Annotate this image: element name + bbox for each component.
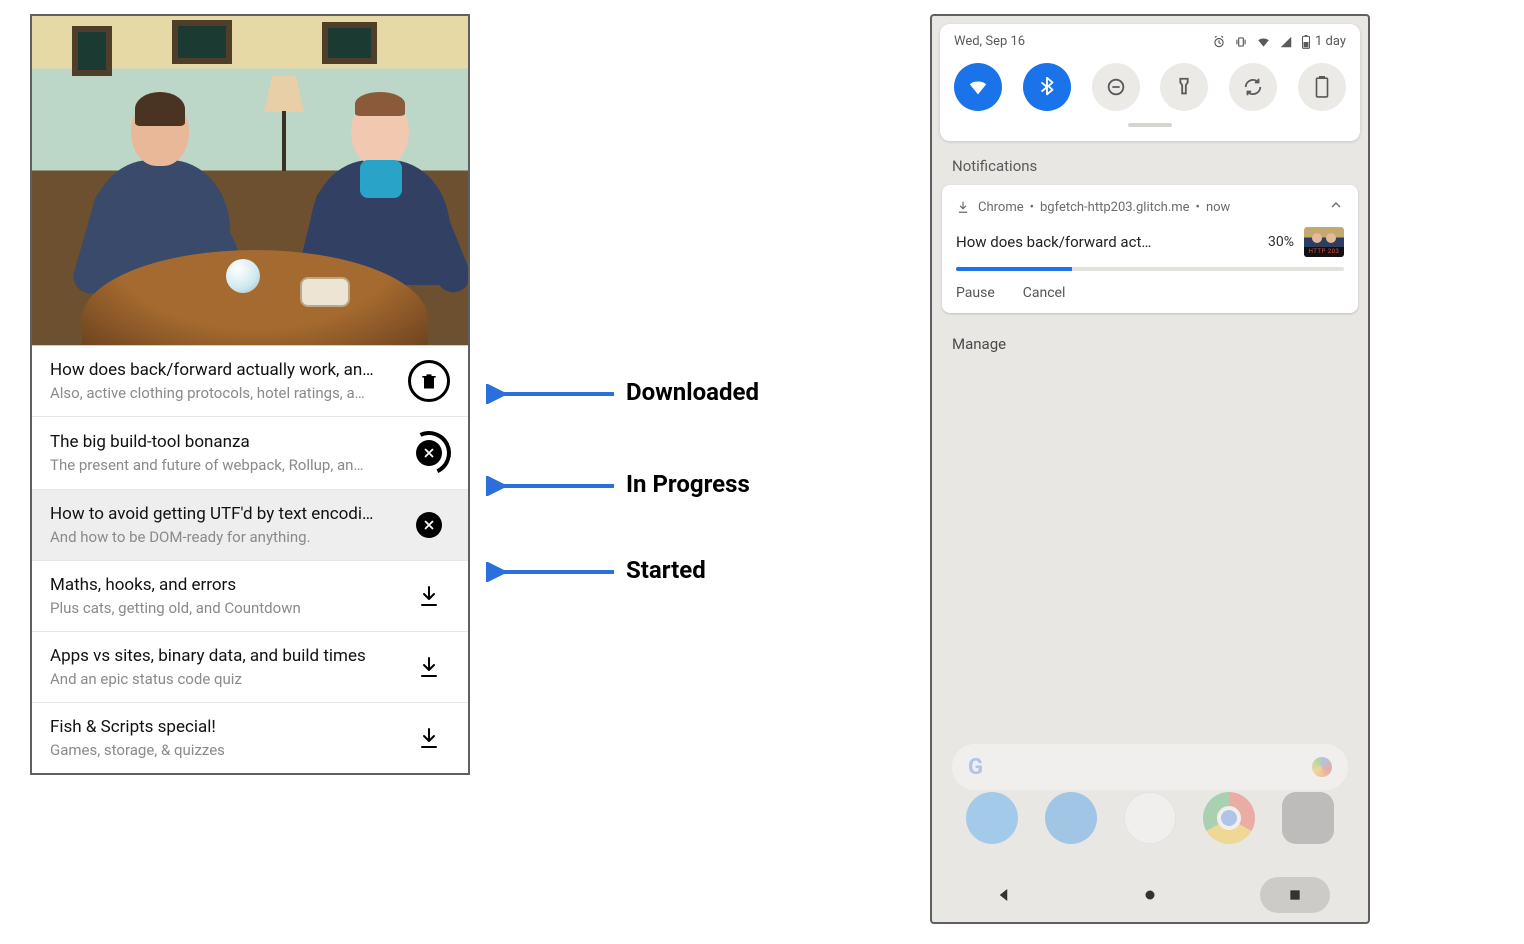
camera-app-icon[interactable] — [1282, 792, 1334, 844]
google-logo: G — [968, 755, 983, 780]
qs-dnd-toggle[interactable] — [1092, 63, 1140, 111]
android-phone: Wed, Sep 16 1 day Notifications Chrome •… — [930, 14, 1370, 924]
qs-battery-saver-toggle[interactable] — [1298, 63, 1346, 111]
notification-time: now — [1206, 200, 1230, 215]
notification-source: bgfetch-http203.glitch.me — [1040, 200, 1190, 215]
download-icon — [417, 726, 441, 750]
manage-notifications-link[interactable]: Manage — [952, 335, 1368, 353]
episode-row[interactable]: How does back/forward actually work, an…… — [32, 346, 468, 417]
episode-subtitle: Also, active clothing protocols, hotel r… — [50, 384, 406, 402]
back-button[interactable] — [970, 877, 1040, 913]
phone-app-icon[interactable] — [966, 792, 1018, 844]
episode-row[interactable]: The big build-tool bonanza The present a… — [32, 417, 468, 490]
vibrate-icon — [1234, 35, 1248, 49]
quick-settings-panel: Wed, Sep 16 1 day — [940, 24, 1360, 141]
episode-title: Apps vs sites, binary data, and build ti… — [50, 646, 406, 666]
signal-icon — [1279, 35, 1293, 49]
download-button[interactable] — [406, 584, 452, 608]
annotation-label: In Progress — [626, 470, 750, 498]
play-store-icon[interactable] — [1124, 792, 1176, 844]
download-icon — [417, 584, 441, 608]
pause-button[interactable]: Pause — [956, 285, 995, 301]
assistant-icon — [1312, 757, 1332, 777]
episode-row[interactable]: Maths, hooks, and errors Plus cats, gett… — [32, 561, 468, 632]
chevron-up-icon[interactable] — [1328, 197, 1344, 217]
delete-download-button[interactable] — [406, 360, 452, 402]
episode-subtitle: And an epic status code quiz — [50, 670, 406, 688]
wifi-icon — [1256, 35, 1271, 49]
panel-drag-handle[interactable] — [1128, 123, 1172, 127]
download-button[interactable] — [406, 655, 452, 679]
episode-title: The big build-tool bonanza — [50, 432, 406, 452]
episode-row[interactable]: How to avoid getting UTF'd by text encod… — [32, 490, 468, 561]
alarm-icon — [1212, 35, 1226, 49]
notification-app: Chrome — [978, 200, 1024, 215]
home-dock — [932, 792, 1368, 844]
episode-row[interactable]: Apps vs sites, binary data, and build ti… — [32, 632, 468, 703]
cancel-download-button[interactable] — [406, 512, 452, 538]
episode-subtitle: Plus cats, getting old, and Countdown — [50, 599, 406, 617]
annotation-label: Started — [626, 556, 706, 584]
qs-wifi-toggle[interactable] — [954, 63, 1002, 111]
trash-icon — [408, 360, 450, 402]
episode-subtitle: And how to be DOM-ready for anything. — [50, 528, 406, 546]
messages-app-icon[interactable] — [1045, 792, 1097, 844]
cancel-icon — [416, 512, 442, 538]
recents-button[interactable] — [1260, 877, 1330, 913]
episode-title: Fish & Scripts special! — [50, 717, 406, 737]
qs-bluetooth-toggle[interactable] — [1023, 63, 1071, 111]
status-battery-text: 1 day — [1315, 34, 1346, 49]
notification-title: How does back/forward act… — [956, 233, 1258, 251]
episode-title: How to avoid getting UTF'd by text encod… — [50, 504, 406, 524]
hero-image — [32, 16, 468, 346]
annotation-label: Downloaded — [626, 378, 759, 406]
episode-subtitle: Games, storage, & quizzes — [50, 741, 406, 759]
episodes-phone: How does back/forward actually work, an…… — [30, 14, 470, 775]
cancel-icon — [416, 440, 442, 466]
episode-title: How does back/forward actually work, an… — [50, 360, 406, 380]
chrome-app-icon[interactable] — [1203, 792, 1255, 844]
episode-title: Maths, hooks, and errors — [50, 575, 406, 595]
download-icon — [956, 200, 970, 214]
status-date: Wed, Sep 16 — [954, 34, 1025, 49]
notification-percent: 30% — [1268, 234, 1294, 250]
status-bar: Wed, Sep 16 1 day — [954, 34, 1346, 49]
download-icon — [417, 655, 441, 679]
download-progress-bar — [956, 267, 1344, 271]
system-nav-bar — [932, 868, 1368, 922]
qs-rotate-toggle[interactable] — [1229, 63, 1277, 111]
notifications-heading: Notifications — [952, 157, 1368, 175]
download-button[interactable] — [406, 726, 452, 750]
qs-flashlight-toggle[interactable] — [1160, 63, 1208, 111]
home-button[interactable] — [1115, 877, 1185, 913]
episode-subtitle: The present and future of webpack, Rollu… — [50, 456, 406, 474]
progress-spinner-icon — [407, 431, 451, 475]
episode-row[interactable]: Fish & Scripts special! Games, storage, … — [32, 703, 468, 773]
notification-thumbnail: HTTP 203 — [1304, 227, 1344, 257]
download-notification[interactable]: Chrome • bgfetch-http203.glitch.me • now… — [942, 185, 1358, 313]
cancel-button[interactable]: Cancel — [1023, 285, 1066, 301]
search-pill[interactable]: G — [952, 744, 1348, 790]
battery-icon — [1301, 35, 1311, 49]
cancel-download-button[interactable] — [406, 431, 452, 475]
